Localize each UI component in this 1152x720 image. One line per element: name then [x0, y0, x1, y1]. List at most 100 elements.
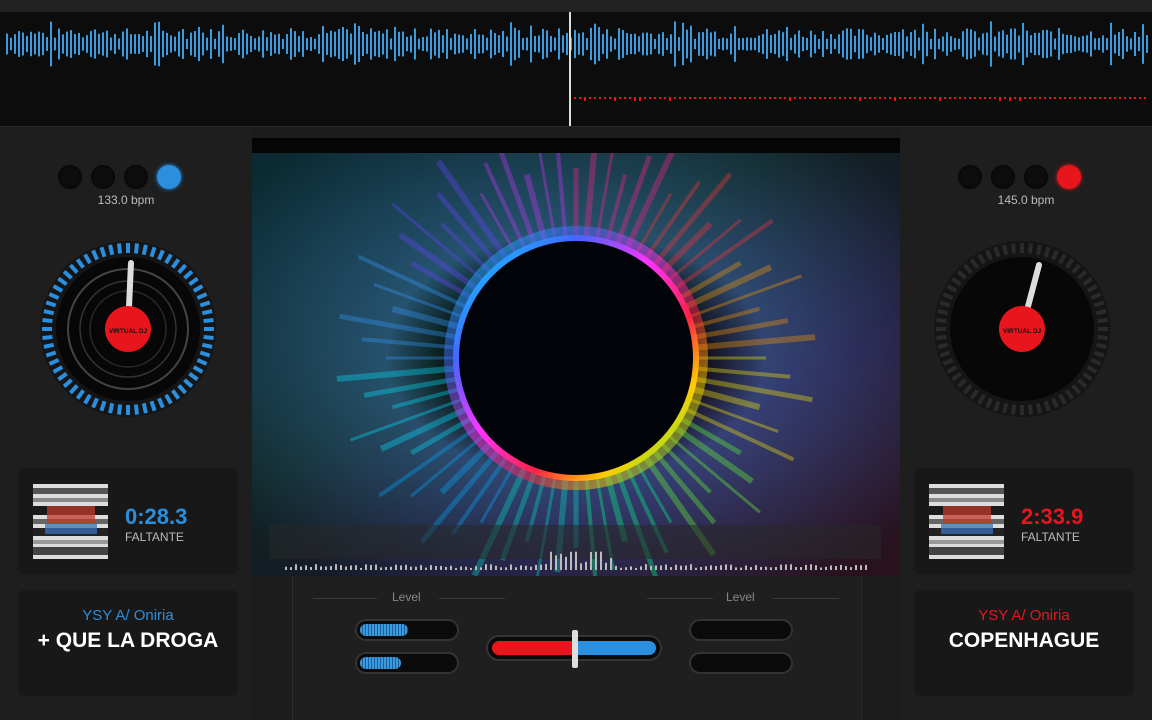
- waveform-bar: [502, 30, 504, 58]
- waveform-bar: [290, 28, 292, 60]
- jog-wheel[interactable]: VIRTUAL DJ: [932, 239, 1112, 419]
- waveform-bar-secondary: [629, 97, 631, 99]
- waveform-bar: [346, 29, 348, 59]
- waveform-bar: [1106, 38, 1108, 50]
- waveform-bar-secondary: [1124, 97, 1126, 99]
- mini-waveform-bar: [385, 567, 387, 570]
- platter-tick: [1002, 244, 1009, 256]
- waveform-bar: [114, 34, 116, 54]
- waveform-bar: [1018, 35, 1020, 53]
- mini-waveform-bar: [625, 567, 627, 570]
- mini-waveform-bar: [550, 551, 552, 570]
- waveform-bar: [702, 32, 704, 56]
- waveform-bar-secondary: [744, 97, 746, 99]
- platter-tick: [937, 309, 949, 316]
- waveform-bar: [50, 21, 52, 67]
- mini-waveform-bar: [640, 566, 642, 570]
- waveform-svg[interactable]: [0, 12, 1152, 126]
- waveform-bar-secondary: [774, 97, 776, 99]
- waveform-bar-secondary: [609, 97, 611, 99]
- waveform-bar: [138, 34, 140, 54]
- waveform-bar: [902, 29, 904, 59]
- waveform-bar: [170, 35, 172, 53]
- waveform-bar: [310, 36, 312, 52]
- waveform-bar-secondary: [1024, 97, 1026, 99]
- level-meter-right-bottom: [689, 652, 793, 674]
- platter-logo: VIRTUAL DJ: [1003, 328, 1042, 335]
- mini-waveform-bar: [730, 564, 732, 570]
- waveform-bar-secondary: [714, 97, 716, 99]
- mini-waveform-bar: [370, 565, 372, 570]
- waveform-bar-secondary: [879, 97, 881, 99]
- playhead-cursor: [569, 12, 571, 126]
- waveform-bar: [162, 30, 164, 58]
- waveform-bar: [870, 37, 872, 51]
- mini-waveform-bar: [725, 564, 727, 570]
- waveform-bar-secondary: [1134, 97, 1136, 99]
- waveform-bar: [214, 38, 216, 50]
- waveform-bar: [34, 33, 36, 55]
- waveform-bar: [1050, 31, 1052, 57]
- waveform-bar: [1118, 32, 1120, 56]
- waveform-bar: [378, 30, 380, 58]
- waveform-bar-secondary: [634, 97, 636, 101]
- waveform-bar: [1034, 32, 1036, 56]
- mini-waveform-bar: [480, 567, 482, 570]
- video-timeline[interactable]: [269, 525, 881, 570]
- waveform-bar: [738, 38, 740, 50]
- waveform-bar: [70, 30, 72, 58]
- time-label: FALTANTE: [1021, 530, 1080, 544]
- waveform-bar-secondary: [784, 97, 786, 99]
- jog-wheel[interactable]: VIRTUAL DJ: [38, 239, 218, 419]
- mini-waveform-bar: [440, 565, 442, 570]
- waveform-display[interactable]: [0, 12, 1152, 127]
- waveform-bar: [1046, 29, 1048, 59]
- waveform-bar: [542, 28, 544, 60]
- mini-waveform-bar: [635, 567, 637, 570]
- waveform-bar-secondary: [749, 97, 751, 99]
- waveform-bar-secondary: [869, 97, 871, 99]
- track-info-card: YSY A/ Oniria + QUE LA DROGA: [18, 590, 238, 696]
- platter-tick: [43, 309, 55, 316]
- platter-tick: [108, 402, 115, 414]
- mini-waveform-bar: [325, 566, 327, 570]
- time-card: 2:33.9 FALTANTE: [914, 468, 1134, 574]
- waveform-bar-secondary: [594, 97, 596, 99]
- waveform-bar: [978, 37, 980, 51]
- waveform-bar: [710, 32, 712, 56]
- waveform-bar: [1030, 35, 1032, 53]
- waveform-bar: [438, 29, 440, 59]
- waveform-bar: [458, 34, 460, 54]
- waveform-bar-secondary: [849, 97, 851, 99]
- waveform-bar-secondary: [1074, 97, 1076, 99]
- waveform-bar-secondary: [659, 97, 661, 99]
- waveform-bar: [62, 34, 64, 54]
- waveform-bar: [254, 38, 256, 50]
- mini-waveform[interactable]: [269, 540, 881, 574]
- mini-waveform-bar: [740, 567, 742, 570]
- waveform-bar: [1146, 35, 1148, 53]
- waveform-bar-secondary: [839, 97, 841, 99]
- waveform-bar: [514, 27, 516, 61]
- mini-waveform-bar: [605, 562, 607, 570]
- mini-waveform-bar: [355, 565, 357, 570]
- mini-waveform-bar: [620, 567, 622, 570]
- platter-tick: [1095, 309, 1107, 316]
- waveform-bar-secondary: [899, 97, 901, 99]
- waveform-bar-secondary: [864, 97, 866, 99]
- waveform-bar-secondary: [819, 97, 821, 99]
- waveform-bar: [26, 35, 28, 53]
- waveform-bar: [142, 36, 144, 52]
- waveform-bar-secondary: [939, 97, 941, 101]
- waveform-bar: [890, 33, 892, 55]
- waveform-bar-secondary: [994, 97, 996, 99]
- waveform-bar: [1102, 35, 1104, 53]
- waveform-bar-secondary: [814, 97, 816, 99]
- waveform-bar: [814, 34, 816, 54]
- waveform-bar: [398, 31, 400, 57]
- mini-waveform-bar: [470, 567, 472, 570]
- waveform-bar: [306, 38, 308, 50]
- crossfader-handle[interactable]: [572, 630, 578, 668]
- waveform-bar: [490, 29, 492, 59]
- waveform-bar-secondary: [1049, 97, 1051, 99]
